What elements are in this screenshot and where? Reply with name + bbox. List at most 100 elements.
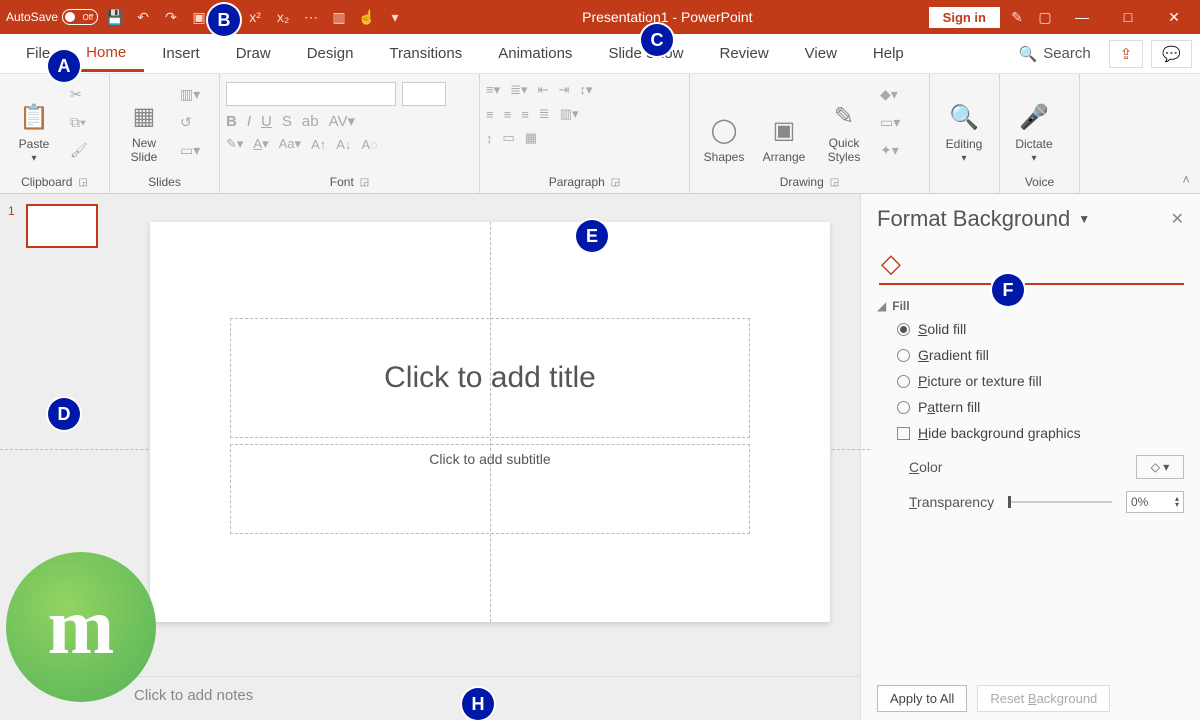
paste-icon: 📋 bbox=[16, 99, 52, 135]
numbering-button[interactable]: ≣▾ bbox=[510, 82, 527, 98]
color-picker[interactable]: ◇ ▾ bbox=[1136, 455, 1184, 479]
line-spacing-button[interactable]: ↕▾ bbox=[579, 82, 592, 98]
section-btn[interactable]: ▭▾ bbox=[176, 138, 204, 162]
reset-btn[interactable]: ↺ bbox=[176, 110, 204, 134]
ribbon: 📋 Paste ▾ ✂ ⧉▾ 🖌 Clipboard◲ ▦ New Slide … bbox=[0, 74, 1200, 194]
touch-icon[interactable]: ☝ bbox=[356, 6, 378, 28]
customize-qat-icon[interactable]: ▾ bbox=[384, 6, 406, 28]
gradient-fill-option[interactable]: Gradient fill bbox=[897, 347, 1184, 363]
tab-view[interactable]: View bbox=[787, 37, 855, 70]
minimize-button[interactable]: — bbox=[1062, 0, 1102, 34]
redo-icon[interactable]: ↷ bbox=[160, 6, 182, 28]
shape-effects-button[interactable]: ✦▾ bbox=[876, 138, 904, 162]
paste-button[interactable]: 📋 Paste ▾ bbox=[6, 78, 62, 164]
undo-icon[interactable]: ↶ bbox=[132, 6, 154, 28]
font-size-select[interactable] bbox=[402, 82, 446, 106]
from-beginning-icon[interactable]: ▣ bbox=[188, 6, 210, 28]
close-button[interactable]: ✕ bbox=[1154, 0, 1194, 34]
strike-button[interactable]: S bbox=[282, 113, 292, 130]
copy-icon[interactable]: ⧉▾ bbox=[66, 110, 92, 134]
font-family-select[interactable] bbox=[226, 82, 396, 106]
shadow-button[interactable]: ab bbox=[302, 113, 319, 130]
pattern-fill-option[interactable]: Pattern fill bbox=[897, 399, 1184, 415]
clear-format-button[interactable]: A◌ bbox=[361, 137, 377, 152]
subtitle-placeholder[interactable]: Click to add subtitle bbox=[230, 444, 750, 534]
align-text-button[interactable]: ▭ bbox=[503, 130, 515, 146]
italic-button[interactable]: I bbox=[247, 113, 251, 130]
shapes-button[interactable]: ◯Shapes bbox=[696, 78, 752, 164]
share-button[interactable]: ⇪ bbox=[1109, 40, 1144, 68]
sup-icon[interactable]: x² bbox=[244, 6, 266, 28]
tab-design[interactable]: Design bbox=[289, 37, 372, 70]
transparency-input[interactable]: 0%▴▾ bbox=[1126, 491, 1184, 513]
bold-button[interactable]: B bbox=[226, 113, 237, 130]
columns-button[interactable]: ▥▾ bbox=[560, 106, 579, 122]
justify-button[interactable]: ≣ bbox=[539, 106, 550, 122]
shrink-font-button[interactable]: A↓ bbox=[336, 137, 351, 152]
paragraph-launcher[interactable]: ◲ bbox=[611, 177, 620, 188]
new-slide-button[interactable]: ▦ New Slide bbox=[116, 78, 172, 164]
smartart-button[interactable]: ▦ bbox=[525, 130, 537, 146]
ribbon-display-icon[interactable]: ▢ bbox=[1034, 6, 1056, 28]
transparency-slider[interactable] bbox=[1008, 501, 1112, 503]
arrange-button[interactable]: ▣Arrange bbox=[756, 78, 812, 164]
reset-background-button[interactable]: Reset Background bbox=[977, 685, 1110, 712]
bullets-button[interactable]: ≡▾ bbox=[486, 82, 500, 98]
grow-font-button[interactable]: A↑ bbox=[311, 137, 326, 152]
autosave-switch[interactable]: Off bbox=[62, 9, 98, 25]
fill-section[interactable]: ◢ Fill bbox=[877, 299, 1184, 313]
align-left-button[interactable]: ≡ bbox=[486, 107, 494, 122]
sign-in-button[interactable]: Sign in bbox=[929, 7, 1000, 28]
qat-more-icon[interactable]: ⋯ bbox=[300, 6, 322, 28]
highlight-button[interactable]: ✎▾ bbox=[226, 136, 243, 152]
font-launcher[interactable]: ◲ bbox=[360, 177, 369, 188]
text-dir-button[interactable]: ↕ bbox=[486, 131, 493, 146]
tab-help[interactable]: Help bbox=[855, 37, 922, 70]
spacing-button[interactable]: AV▾ bbox=[329, 112, 355, 130]
maximize-button[interactable]: □ bbox=[1108, 0, 1148, 34]
align-right-button[interactable]: ≡ bbox=[521, 107, 529, 122]
font-color-button[interactable]: A▾ bbox=[253, 136, 268, 152]
sub-icon[interactable]: x₂ bbox=[272, 6, 294, 28]
indent-dec-button[interactable]: ⇤ bbox=[538, 82, 549, 98]
quick-styles-button[interactable]: ✎Quick Styles bbox=[816, 78, 872, 164]
drawing-launcher[interactable]: ◲ bbox=[830, 177, 839, 188]
collapse-ribbon-icon[interactable]: ˄ bbox=[1080, 74, 1200, 193]
indent-inc-button[interactable]: ⇥ bbox=[558, 82, 569, 98]
current-slide[interactable]: Click to add title Click to add subtitle bbox=[150, 222, 830, 622]
save-icon[interactable]: 💾 bbox=[104, 6, 126, 28]
picture-fill-option[interactable]: Picture or texture fill bbox=[897, 373, 1184, 389]
underline-button[interactable]: U bbox=[261, 113, 272, 130]
thumb-slide-1[interactable] bbox=[26, 204, 98, 248]
shape-outline-button[interactable]: ▭▾ bbox=[876, 110, 904, 134]
group-editing: 🔍Editing▾ bbox=[930, 74, 1000, 193]
clipboard-launcher[interactable]: ◲ bbox=[78, 177, 87, 188]
comments-button[interactable]: 💬 bbox=[1151, 40, 1192, 68]
layout-icon[interactable]: ▥ bbox=[328, 6, 350, 28]
hide-graphics-option[interactable]: Hide background graphics bbox=[897, 425, 1184, 441]
slide-canvas[interactable]: Click to add title Click to add subtitle bbox=[120, 194, 860, 676]
tab-transitions[interactable]: Transitions bbox=[371, 37, 480, 70]
editing-button[interactable]: 🔍Editing▾ bbox=[936, 78, 992, 164]
tab-draw[interactable]: Draw bbox=[218, 37, 289, 70]
autosave-toggle[interactable]: AutoSave Off bbox=[6, 9, 98, 25]
format-painter-icon[interactable]: 🖌 bbox=[66, 138, 92, 162]
tab-animations[interactable]: Animations bbox=[480, 37, 590, 70]
dictate-button[interactable]: 🎤Dictate▾ bbox=[1006, 78, 1062, 164]
pane-close-icon[interactable]: ✕ bbox=[1171, 209, 1184, 229]
radio-icon bbox=[897, 375, 910, 388]
tab-insert[interactable]: Insert bbox=[144, 37, 218, 70]
tab-review[interactable]: Review bbox=[701, 37, 786, 70]
shape-fill-button[interactable]: ◆▾ bbox=[876, 82, 904, 106]
pane-dropdown[interactable]: ▼ bbox=[1078, 212, 1090, 226]
coming-soon-icon[interactable]: ✎ bbox=[1006, 6, 1028, 28]
title-placeholder[interactable]: Click to add title bbox=[230, 318, 750, 438]
cut-icon[interactable]: ✂ bbox=[66, 82, 92, 106]
apply-to-all-button[interactable]: Apply to All bbox=[877, 685, 967, 712]
change-case-button[interactable]: Aa▾ bbox=[279, 136, 301, 152]
layout-btn[interactable]: ▥▾ bbox=[176, 82, 204, 106]
solid-fill-option[interactable]: SSolid fillolid fill bbox=[897, 321, 1184, 337]
search-box[interactable]: 🔍 Search bbox=[1009, 39, 1101, 69]
align-center-button[interactable]: ≡ bbox=[504, 107, 512, 122]
fill-tab-icon[interactable]: ◇ bbox=[879, 242, 1184, 285]
